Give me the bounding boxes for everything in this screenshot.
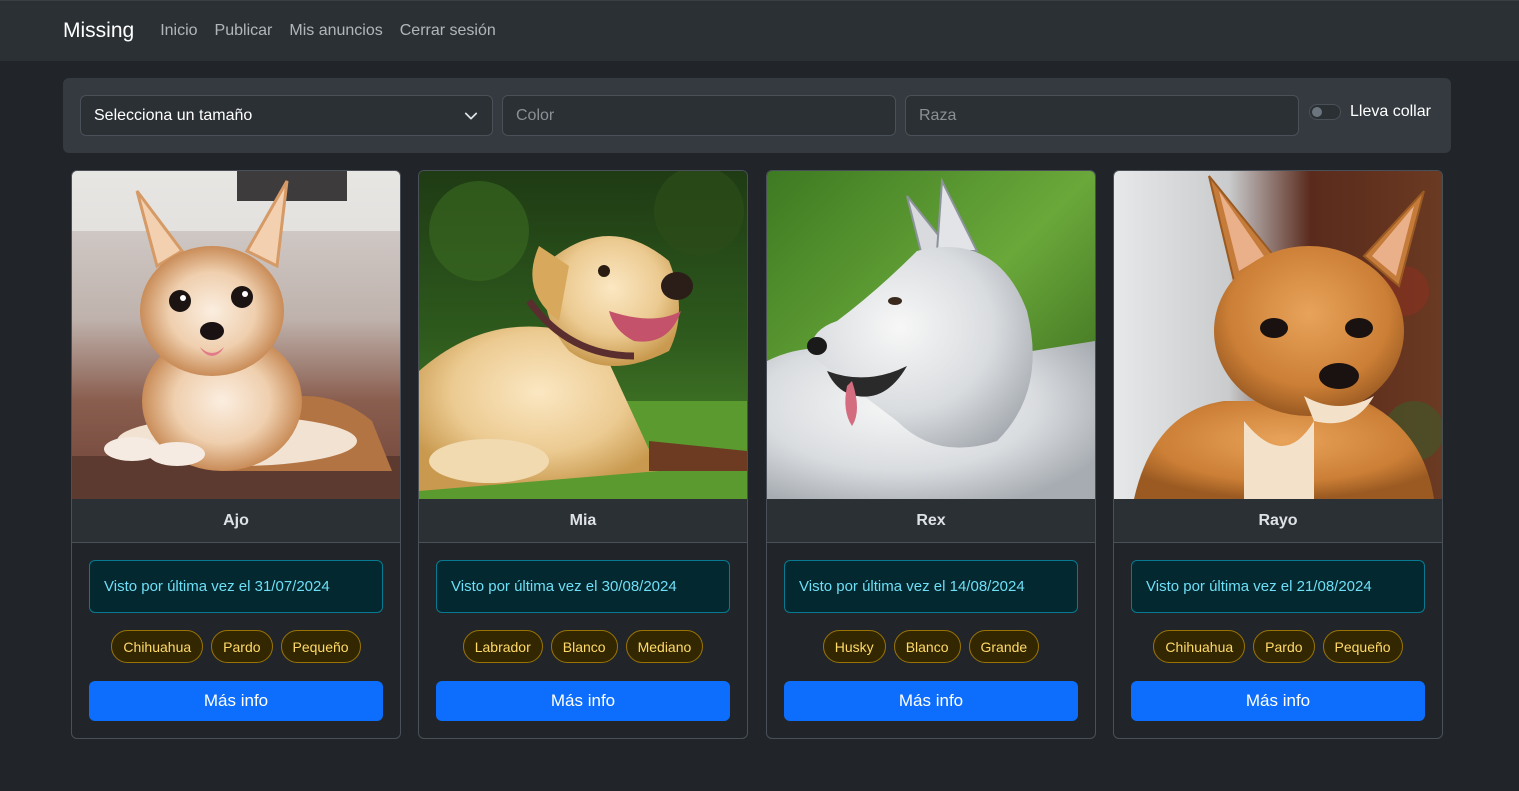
dog-card: Rex Visto por última vez el 14/08/2024 H… [766, 170, 1096, 739]
last-seen-alert: Visto por última vez el 30/08/2024 [436, 560, 730, 613]
dog-name: Ajo [72, 499, 400, 543]
tag-list: Chihuahua Pardo Pequeño [1114, 630, 1442, 664]
last-seen-text: Visto por última vez el 14/08/2024 [799, 578, 1025, 595]
dog-photo [767, 171, 1095, 499]
nav-link-publicar[interactable]: Publicar [215, 22, 273, 40]
dog-photo [1114, 171, 1442, 499]
navbar: Missing Inicio Publicar Mis anuncios Cer… [0, 0, 1519, 61]
last-seen-text: Visto por última vez el 21/08/2024 [1146, 578, 1372, 595]
last-seen-text: Visto por última vez el 30/08/2024 [451, 578, 677, 595]
tag-size: Pequeño [1322, 630, 1403, 663]
filter-bar: Selecciona un tamaño Lleva collar [63, 78, 1451, 153]
brand-link[interactable]: Missing [63, 19, 134, 43]
dog-card: Rayo Visto por última vez el 21/08/2024 … [1113, 170, 1443, 739]
dog-card-grid: Ajo Visto por última vez el 31/07/2024 C… [71, 170, 1443, 740]
more-info-button[interactable]: Más info [784, 681, 1078, 721]
last-seen-alert: Visto por última vez el 14/08/2024 [784, 560, 1078, 613]
more-info-button[interactable]: Más info [89, 681, 383, 721]
nav-link-mis-anuncios[interactable]: Mis anuncios [289, 22, 382, 40]
dog-card: Ajo Visto por última vez el 31/07/2024 C… [71, 170, 401, 739]
tag-list: Labrador Blanco Mediano [419, 630, 747, 664]
more-info-button[interactable]: Más info [436, 681, 730, 721]
tag-breed: Chihuahua [1153, 630, 1246, 663]
tag-color: Blanco [893, 630, 961, 663]
nav-link-cerrar-sesion[interactable]: Cerrar sesión [400, 22, 496, 40]
breed-input[interactable] [905, 95, 1299, 136]
dog-name: Rex [767, 499, 1095, 543]
size-select[interactable]: Selecciona un tamaño [80, 95, 493, 136]
dog-name: Mia [419, 499, 747, 543]
dog-name: Rayo [1114, 499, 1442, 543]
tag-breed: Labrador [462, 630, 543, 663]
tag-list: Chihuahua Pardo Pequeño [72, 630, 400, 664]
last-seen-alert: Visto por última vez el 21/08/2024 [1131, 560, 1425, 613]
tag-size: Mediano [625, 630, 704, 663]
dog-card: Mia Visto por última vez el 30/08/2024 L… [418, 170, 748, 739]
color-input[interactable] [502, 95, 896, 136]
last-seen-text: Visto por última vez el 31/07/2024 [104, 578, 330, 595]
size-select-value: Selecciona un tamaño [94, 106, 253, 124]
tag-color: Pardo [1253, 630, 1315, 663]
tag-size: Grande [968, 630, 1040, 663]
nav-link-inicio[interactable]: Inicio [160, 22, 197, 40]
chevron-down-icon [464, 112, 478, 120]
dog-photo [72, 171, 400, 499]
tag-color: Pardo [211, 630, 273, 663]
collar-label: Lleva collar [1350, 103, 1431, 120]
more-info-button[interactable]: Más info [1131, 681, 1425, 721]
tag-list: Husky Blanco Grande [767, 630, 1095, 664]
dog-photo [419, 171, 747, 499]
collar-switch[interactable]: Lleva collar [1309, 103, 1431, 121]
tag-color: Blanco [550, 630, 618, 663]
tag-breed: Chihuahua [111, 630, 204, 663]
collar-toggle[interactable] [1309, 104, 1341, 120]
last-seen-alert: Visto por última vez el 31/07/2024 [89, 560, 383, 613]
tag-breed: Husky [822, 630, 886, 663]
tag-size: Pequeño [280, 630, 361, 663]
